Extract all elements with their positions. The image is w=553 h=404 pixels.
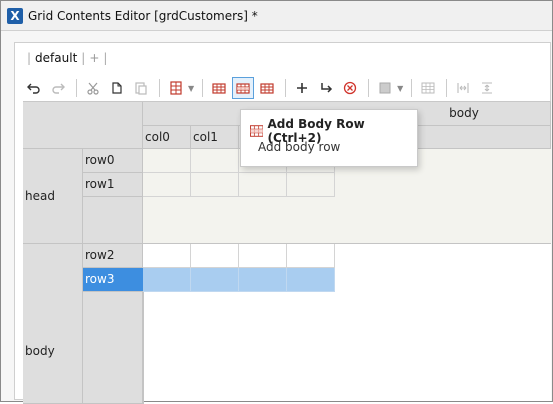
row-header-filler (83, 292, 143, 404)
band-label-body: body (23, 244, 83, 404)
row-header-filler (83, 197, 143, 244)
toolbar-divider (159, 79, 160, 97)
grid-cell[interactable] (191, 173, 239, 197)
row-header[interactable]: row1 (83, 173, 143, 197)
redo-icon[interactable] (47, 77, 69, 99)
tab-separator: | (27, 51, 32, 65)
grid-cell[interactable] (287, 173, 335, 197)
corner-header (23, 102, 143, 149)
cut-icon[interactable] (82, 77, 104, 99)
toolbar-divider (285, 79, 287, 97)
grid-cell-selected[interactable] (143, 268, 191, 292)
tab-separator: | (103, 51, 108, 65)
toolbar-divider (202, 79, 204, 97)
row-header[interactable]: row2 (83, 244, 143, 268)
editor-content: | default | + | ▼ ▼ body col0 col1 head … (14, 42, 551, 404)
tab-separator: | (81, 51, 86, 65)
fit-width-icon[interactable] (452, 77, 474, 99)
delete-icon[interactable] (339, 77, 361, 99)
column-header[interactable]: col1 (191, 126, 239, 149)
grid-cell[interactable] (143, 244, 191, 268)
toolbar-divider (76, 79, 77, 97)
add-icon[interactable] (291, 77, 313, 99)
undo-icon[interactable] (23, 77, 45, 99)
grid-cell[interactable] (239, 244, 287, 268)
toolbar-divider (411, 79, 413, 97)
band-label-head: head (23, 149, 83, 244)
copy-icon[interactable] (106, 77, 128, 99)
title-bar[interactable]: X Grid Contents Editor [grdCustomers] * (1, 1, 552, 31)
fit-height-icon[interactable] (476, 77, 498, 99)
chevron-down-icon[interactable]: ▼ (397, 84, 403, 93)
tooltip-description: Add body row (258, 140, 341, 154)
grid-cell[interactable] (191, 149, 239, 173)
merge-icon[interactable] (374, 77, 396, 99)
band-label-text: head (25, 189, 55, 203)
grid-cell[interactable] (191, 244, 239, 268)
add-summary-row-icon[interactable] (256, 77, 278, 99)
grid-cell-selected[interactable] (287, 268, 335, 292)
tab-default[interactable]: default (35, 51, 77, 65)
insert-icon[interactable] (315, 77, 337, 99)
row-header[interactable]: row0 (83, 149, 143, 173)
toolbar: ▼ ▼ (23, 75, 551, 101)
tooltip: Add Body Row (Ctrl+2) Add body row (240, 109, 418, 167)
paste-icon[interactable] (130, 77, 152, 99)
add-body-row-icon (250, 125, 264, 137)
tab-bar: | default | + | (15, 43, 550, 73)
app-logo-icon: X (7, 7, 23, 24)
chevron-down-icon[interactable]: ▼ (188, 84, 194, 93)
grid-cell[interactable] (143, 173, 191, 197)
band-label-text: body (25, 344, 55, 358)
add-body-row-icon[interactable] (232, 77, 255, 99)
column-header[interactable]: col0 (143, 126, 191, 149)
toolbar-divider (446, 79, 448, 97)
grid-cell[interactable] (239, 173, 287, 197)
toolbar-divider (368, 79, 370, 97)
grid-cell-selected[interactable] (191, 268, 239, 292)
row-header-selected[interactable]: row3 (83, 268, 143, 292)
add-column-icon[interactable] (165, 77, 187, 99)
split-cells-icon[interactable] (417, 77, 439, 99)
add-head-row-icon[interactable] (208, 77, 230, 99)
grid-cell[interactable] (143, 149, 191, 173)
grid-cell[interactable] (287, 244, 335, 268)
window-title: Grid Contents Editor [grdCustomers] * (28, 8, 258, 23)
column-divider (143, 292, 144, 404)
add-tab-button[interactable]: + (89, 51, 99, 65)
grid-cell-selected[interactable] (239, 268, 287, 292)
